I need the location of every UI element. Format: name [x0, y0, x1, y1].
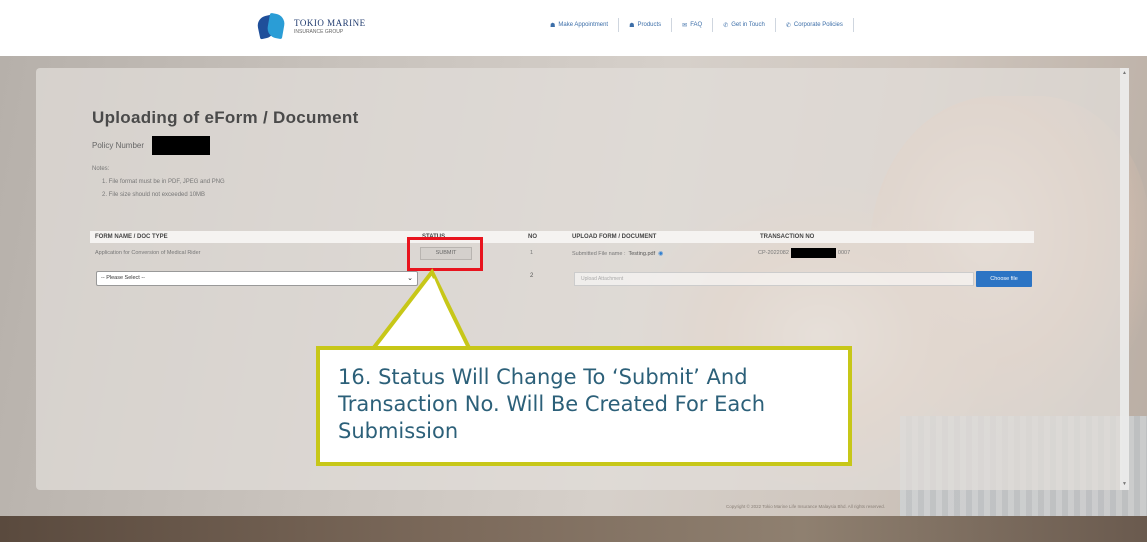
- nav-faq[interactable]: ✉ FAQ: [672, 18, 714, 32]
- instruction-callout: 16. Status Will Change To ‘Submit’ And T…: [316, 346, 852, 466]
- chevron-down-icon: ⌄: [407, 275, 413, 282]
- redacted-policy-number: [152, 136, 211, 155]
- logo-name: TOKIO MARINE: [294, 18, 366, 28]
- row-number: 2: [530, 273, 534, 279]
- table-row: -- Please Select -- ⌄ 2 Upload Attachmen…: [90, 269, 1034, 289]
- notes-title: Notes:: [92, 166, 110, 172]
- col-no: NO: [528, 234, 537, 240]
- copyright-text: Copyright © 2022 Tokio Marine Life Insur…: [726, 504, 886, 509]
- choose-file-button[interactable]: Choose file: [976, 271, 1032, 287]
- scroll-up-icon[interactable]: ▲: [1121, 70, 1128, 77]
- phone-icon: ✆: [723, 22, 729, 29]
- chat-icon: ✉: [682, 22, 688, 29]
- transaction-number-cell: CP-2022082 0007: [758, 248, 850, 258]
- nav-corporate-policies[interactable]: ✆ Corporate Policies: [776, 18, 854, 32]
- status-highlight-box: [407, 237, 483, 271]
- col-upload: UPLOAD FORM / DOCUMENT: [572, 234, 657, 240]
- policy-number-label: Policy Number: [92, 141, 145, 150]
- transaction-suffix: 0007: [837, 250, 851, 256]
- box-icon: ☗: [629, 22, 635, 29]
- callout-text: 16. Status Will Change To ‘Submit’ And T…: [338, 365, 766, 443]
- submitted-file-name[interactable]: Testing.pdf: [629, 251, 656, 257]
- scrollbar[interactable]: ▲ ▼: [1120, 68, 1129, 490]
- policy-number-row: Policy Number: [92, 136, 211, 155]
- company-logo[interactable]: TOKIO MARINE INSURANCE GROUP: [255, 12, 366, 42]
- nav-label: Corporate Policies: [793, 22, 843, 28]
- nav-get-in-touch[interactable]: ✆ Get in Touch: [713, 18, 776, 32]
- table-row: Application for Conversion of Medical Ri…: [90, 245, 1034, 261]
- user-icon: ☗: [550, 22, 556, 29]
- form-type-select[interactable]: -- Please Select -- ⌄: [96, 271, 418, 286]
- submitted-file-label: Submitted File name :: [572, 250, 626, 257]
- top-nav: ☗ Make Appointment ☗ Products ✉ FAQ ✆ Ge…: [540, 18, 854, 32]
- form-name-cell: Application for Conversion of Medical Ri…: [95, 250, 201, 256]
- redacted-transaction: [790, 248, 836, 258]
- transaction-prefix: CP-2022082: [758, 250, 789, 256]
- nav-label: Get in Touch: [731, 22, 765, 28]
- nav-label: Products: [637, 22, 662, 28]
- nav-label: Make Appointment: [558, 22, 609, 28]
- col-form-name: FORM NAME / DOC TYPE: [95, 234, 168, 240]
- upload-attachment-input[interactable]: Upload Attachment: [574, 272, 974, 286]
- nav-label: FAQ: [690, 22, 703, 28]
- note-item: 2. File size should not exceeded 10MB: [102, 192, 206, 198]
- documents-table: FORM NAME / DOC TYPE STATUS NO UPLOAD FO…: [90, 231, 1034, 287]
- scroll-down-icon[interactable]: ▼: [1121, 481, 1128, 488]
- logo-mark-icon: [255, 12, 286, 42]
- background-bottom-band: [0, 516, 1147, 542]
- col-transaction: TRANSACTION NO: [760, 234, 815, 240]
- nav-make-appointment[interactable]: ☗ Make Appointment: [540, 18, 620, 32]
- logo-subname: INSURANCE GROUP: [294, 29, 344, 35]
- page-title: Uploading of eForm / Document: [92, 108, 359, 127]
- table-header: FORM NAME / DOC TYPE STATUS NO UPLOAD FO…: [90, 231, 1034, 243]
- row-number: 1: [530, 250, 534, 256]
- submitted-file-cell: Submitted File name : Testing.pdf ◉: [572, 250, 663, 258]
- view-icon[interactable]: ◉: [658, 250, 663, 257]
- nav-products[interactable]: ☗ Products: [619, 18, 673, 32]
- site-header: TOKIO MARINE INSURANCE GROUP ☗ Make Appo…: [0, 0, 1147, 56]
- select-value: -- Please Select --: [101, 275, 146, 281]
- phone-icon: ✆: [785, 22, 791, 29]
- note-item: 1. File format must be in PDF, JPEG and …: [102, 179, 225, 185]
